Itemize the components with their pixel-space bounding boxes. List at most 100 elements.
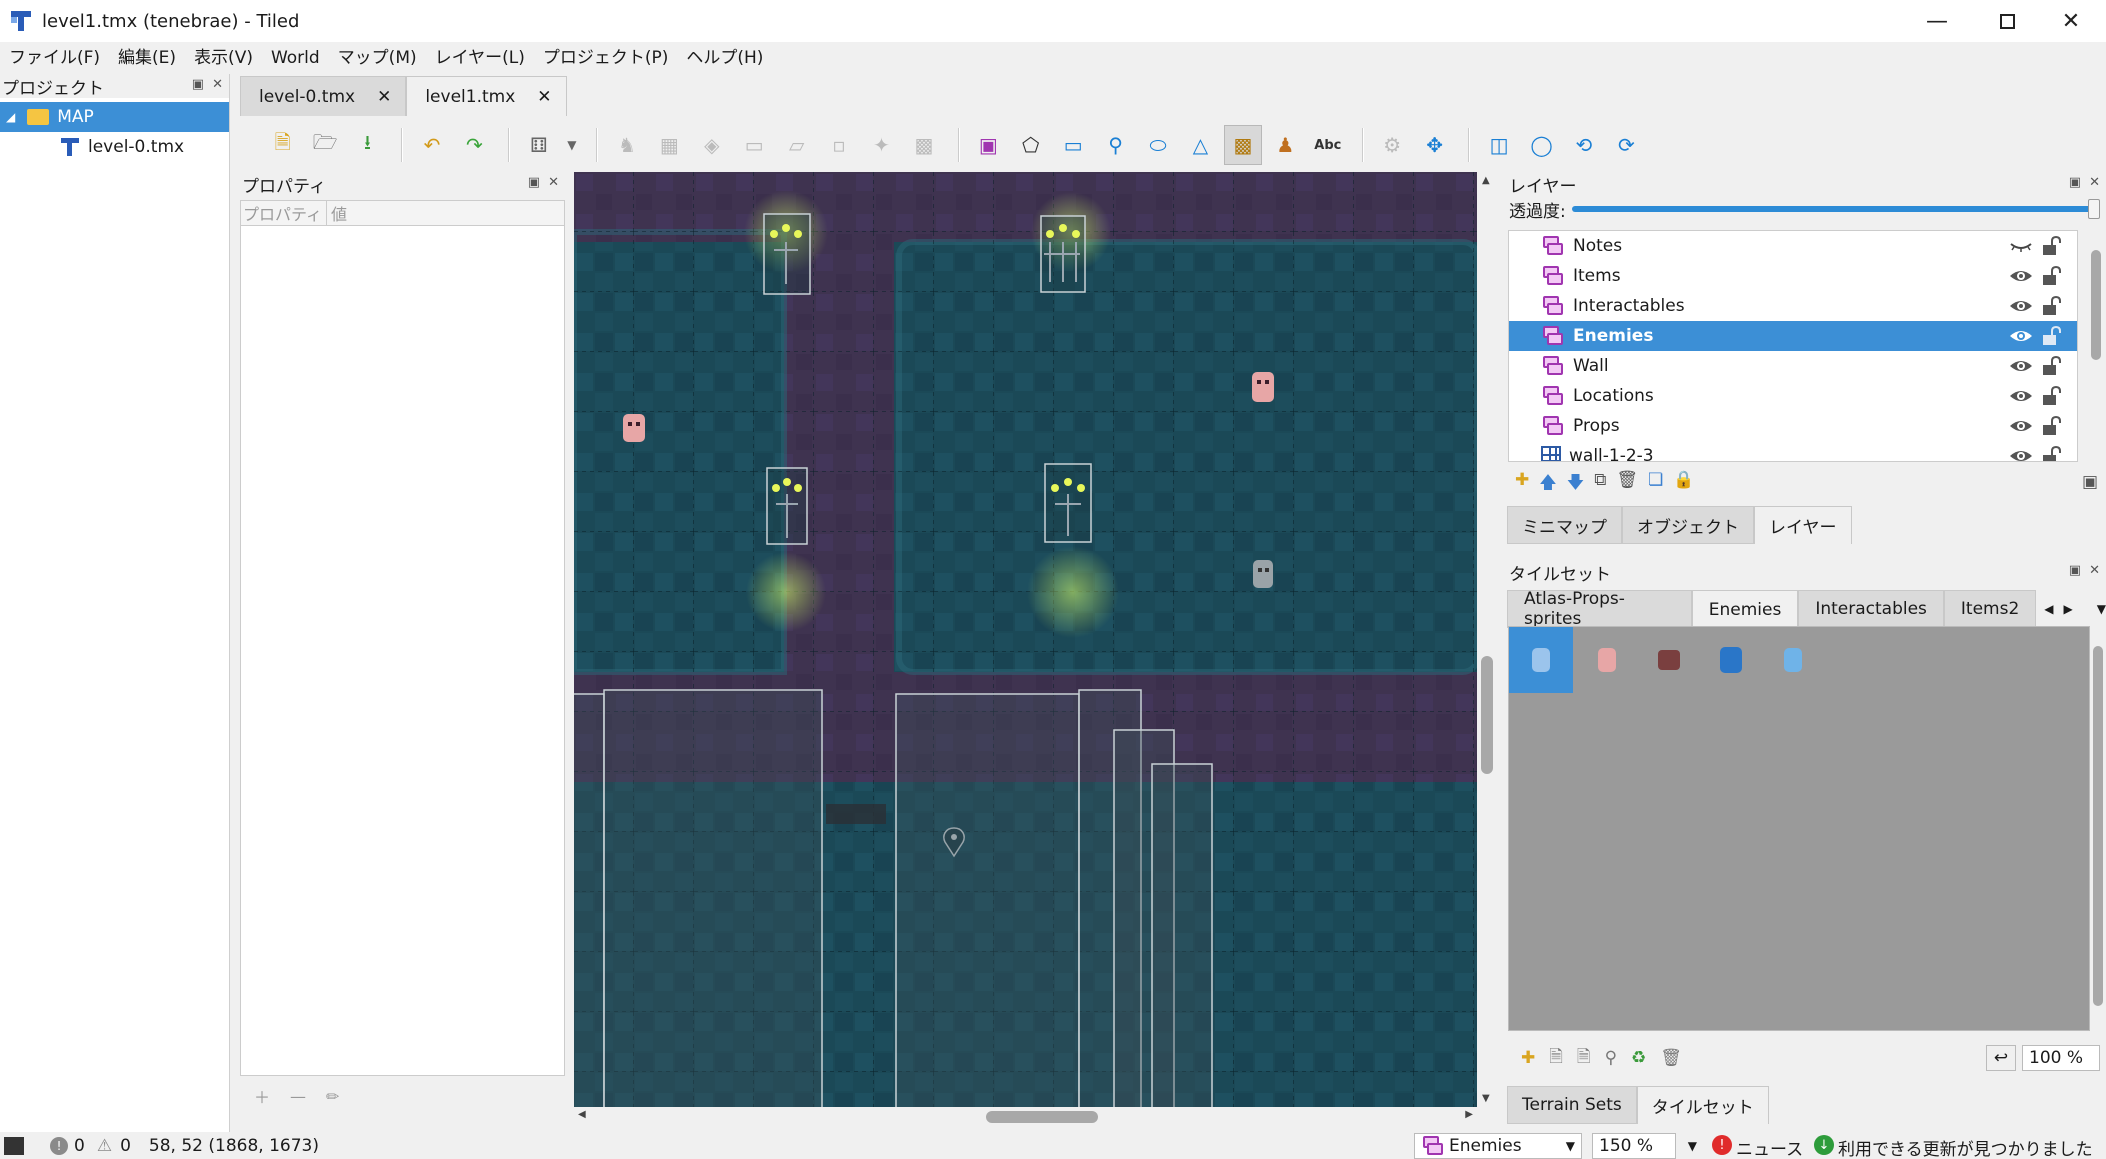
rect-select-icon[interactable]: ▫ (820, 125, 857, 165)
menu-file[interactable]: ファイル(F) (0, 42, 109, 74)
map-zoom-combo[interactable]: 150 % ▼ (1592, 1133, 1697, 1159)
eye-icon[interactable] (2009, 326, 2033, 346)
lock-other-layers-icon[interactable]: 🔒 (1673, 470, 1694, 499)
menu-edit[interactable]: 編集(E) (109, 42, 185, 74)
float-icon[interactable]: ▣ (2069, 175, 2081, 190)
eye-icon[interactable] (2009, 356, 2033, 376)
tile-enemy-pink[interactable] (1575, 627, 1639, 693)
opacity-slider[interactable] (1571, 199, 2100, 219)
hidden-eye-icon[interactable] (2009, 236, 2033, 256)
embed-tileset-icon[interactable]: 🗎 (1549, 1044, 1563, 1073)
error-icon[interactable]: ! (50, 1136, 68, 1155)
delete-layer-icon[interactable]: 🗑 (1616, 470, 1638, 499)
unlocked-icon[interactable] (2041, 446, 2061, 462)
tab-objects[interactable]: オブジェクト (1622, 506, 1754, 544)
eraser-icon[interactable]: ▱ (778, 125, 815, 165)
new-layer-icon[interactable]: ✚ (1515, 470, 1529, 499)
tile-enemy-blue[interactable] (1699, 627, 1763, 693)
insert-template-icon[interactable]: ♟ (1267, 125, 1304, 165)
insert-text-icon[interactable]: Abc (1309, 125, 1346, 165)
export-tileset-icon[interactable]: 🗎 (1577, 1044, 1591, 1073)
tab-level-0[interactable]: level-0.tmx ✕ (240, 76, 407, 116)
menu-help[interactable]: ヘルプ(H) (677, 42, 772, 74)
close-button[interactable]: ✕ (2036, 0, 2106, 42)
tab-close-icon[interactable]: ✕ (537, 87, 551, 107)
warning-icon[interactable]: ⚠ (97, 1136, 112, 1156)
redo-icon[interactable]: ↷ (456, 125, 493, 165)
tile-enemy-lightblue[interactable] (1761, 627, 1825, 693)
flip-horizontal-icon[interactable]: ◫ (1480, 125, 1517, 165)
menu-world[interactable]: World (262, 42, 329, 74)
minimize-button[interactable]: — (1902, 0, 1972, 42)
close-icon[interactable]: ✕ (548, 175, 559, 190)
insert-point-icon[interactable]: ⚲ (1097, 125, 1134, 165)
edit-tileset-icon[interactable]: ⚲ (1605, 1048, 1617, 1068)
float-icon[interactable]: ▣ (528, 175, 540, 190)
menu-layer[interactable]: レイヤー(L) (426, 42, 534, 74)
unlocked-icon[interactable] (2041, 266, 2061, 286)
layer-row-enemies[interactable]: Enemies (1509, 321, 2077, 351)
remove-tileset-icon[interactable]: 🗑 (1660, 1048, 1682, 1068)
maximize-button[interactable] (1972, 0, 2042, 42)
duplicate-layer-icon[interactable]: ⧉ (1594, 470, 1606, 499)
current-layer-combo[interactable]: Enemies ▼ (1414, 1133, 1582, 1159)
flip-vertical-icon[interactable]: ◯ (1523, 125, 1560, 165)
tab-minimap[interactable]: ミニマップ (1507, 506, 1622, 544)
tile-ghost-blue[interactable] (1509, 627, 1573, 693)
tab-layers[interactable]: レイヤー (1754, 506, 1852, 544)
opacity-slider-handle[interactable] (2087, 199, 2100, 219)
move-tool-icon[interactable]: ✥ (1416, 125, 1453, 165)
insert-tile-icon[interactable]: ▩ (1224, 125, 1262, 165)
eye-icon[interactable] (2009, 416, 2033, 436)
show-hide-other-layers-icon[interactable]: ❏ (1648, 470, 1663, 499)
tab-tilesets[interactable]: タイルセット (1636, 1086, 1769, 1124)
layer-row-notes[interactable]: Notes (1509, 231, 2077, 261)
tile-enemy-box[interactable] (1637, 627, 1701, 693)
map-horizontal-scrollbar[interactable]: ◀ ▶ (574, 1107, 1477, 1127)
menu-project[interactable]: プロジェクト(P) (534, 42, 678, 74)
save-icon[interactable]: ⭳ (349, 125, 386, 165)
undo-icon[interactable]: ↶ (413, 125, 450, 165)
tileset-tab-atlas-props[interactable]: Atlas-Props-sprites (1507, 589, 1692, 629)
vertical-scroll-thumb[interactable] (1481, 656, 1493, 774)
random-mode-icon[interactable]: ⚅ (520, 125, 557, 165)
highlight-layer-icon[interactable]: ▣ (2082, 472, 2098, 492)
tileset-view[interactable] (1508, 626, 2090, 1031)
menu-view[interactable]: 表示(V) (185, 42, 262, 74)
bucket-fill-icon[interactable]: ◈ (693, 125, 730, 165)
map-vertical-scrollbar[interactable]: ▲ ▼ (1477, 172, 1497, 1107)
layer-row-locations[interactable]: Locations (1509, 381, 2077, 411)
terrain-brush-icon[interactable]: ▦ (651, 125, 688, 165)
shape-fill-icon[interactable]: ▭ (736, 125, 773, 165)
edit-polygons-icon[interactable]: ⬠ (1012, 125, 1049, 165)
eye-icon[interactable] (2009, 266, 2033, 286)
dropdown-arrow-icon[interactable]: ▼ (563, 125, 582, 165)
unlocked-icon[interactable] (2041, 296, 2061, 316)
tab-close-icon[interactable]: ✕ (377, 87, 391, 107)
scroll-left-icon[interactable]: ◀ (2044, 602, 2053, 616)
open-file-icon[interactable]: 🗁 (306, 125, 343, 165)
update-available-icon[interactable]: ↓ (1814, 1135, 1834, 1155)
unlocked-icon[interactable] (2041, 236, 2061, 256)
layer-list-scrollbar[interactable] (2089, 230, 2103, 462)
close-icon[interactable]: ✕ (212, 77, 223, 92)
rotate-left-icon[interactable]: ⟲ (1565, 125, 1602, 165)
update-link[interactable]: 利用できる更新が見つかりました (1838, 1135, 2093, 1159)
add-property-icon[interactable]: ＋ (254, 1084, 270, 1108)
select-same-tile-icon[interactable]: ▩ (905, 125, 942, 165)
tileset-menu-icon[interactable]: ▼ (2097, 602, 2106, 616)
insert-rectangle-icon[interactable]: ▭ (1054, 125, 1091, 165)
float-icon[interactable]: ▣ (192, 77, 204, 92)
scroll-right-icon[interactable]: ▶ (2064, 602, 2073, 616)
unlocked-icon[interactable] (2041, 326, 2061, 346)
layer-row-wall-1-2-3[interactable]: wall-1-2-3 (1509, 441, 2077, 462)
eye-icon[interactable] (2009, 446, 2033, 462)
properties-table-body[interactable] (240, 226, 565, 1076)
rename-property-icon[interactable]: ✏ (326, 1087, 339, 1106)
select-objects-icon[interactable]: ▣ (970, 125, 1007, 165)
unlocked-icon[interactable] (2041, 386, 2061, 406)
close-icon[interactable]: ✕ (2089, 175, 2100, 190)
unlocked-icon[interactable] (2041, 416, 2061, 436)
rotate-right-icon[interactable]: ⟳ (1608, 125, 1645, 165)
wrap-tiles-icon[interactable]: ↩ (1986, 1045, 2016, 1071)
